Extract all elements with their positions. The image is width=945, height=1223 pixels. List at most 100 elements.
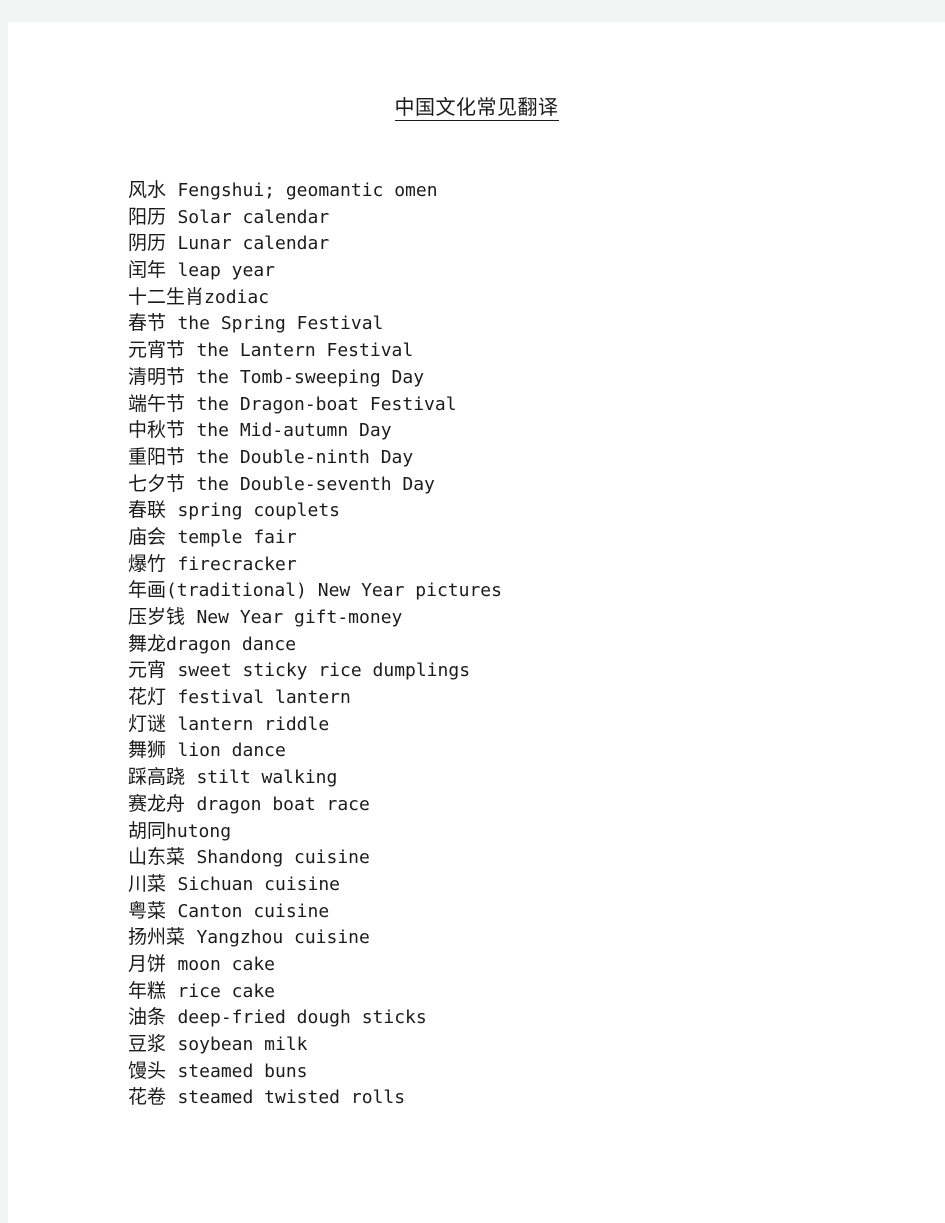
entry-gloss: Fengshui; geomantic omen	[177, 180, 438, 201]
entry-gloss: the Double-ninth Day	[196, 446, 414, 468]
entry-term: 粤菜	[128, 899, 167, 922]
entry-term: 十二生肖	[128, 285, 205, 308]
entry-separator	[166, 900, 177, 922]
entry-separator	[166, 1006, 177, 1028]
page-title: 中国文化常见翻译	[8, 94, 945, 121]
entry-term: 重阳节	[128, 445, 186, 468]
translation-entry: 馒头 steamed buns	[128, 1058, 928, 1085]
entry-term: 舞龙	[128, 632, 167, 655]
entry-term: 闰年	[128, 259, 167, 282]
translation-entry: 粤菜 Canton cuisine	[128, 898, 928, 925]
translation-entry: 山东菜 Shandong cuisine	[128, 844, 928, 871]
entry-separator	[166, 1086, 177, 1108]
entry-term: 阳历	[128, 205, 167, 228]
entry-gloss: the Double-seventh Day	[196, 473, 435, 495]
entry-term: 花卷	[128, 1086, 167, 1109]
entry-term: 川菜	[128, 872, 167, 895]
entry-term: 山东菜	[128, 846, 186, 869]
entry-separator	[166, 179, 177, 201]
entry-term: 庙会	[128, 525, 167, 548]
entry-separator	[185, 473, 196, 495]
entry-separator	[166, 526, 177, 548]
entry-gloss: lantern riddle	[177, 713, 330, 735]
entry-gloss: the Spring Festival	[177, 313, 384, 335]
entry-gloss: spring couplets	[177, 500, 341, 522]
entry-separator	[166, 206, 177, 228]
entry-gloss: Canton cuisine	[177, 900, 330, 922]
entry-term: 年糕	[128, 979, 167, 1002]
entry-gloss: sweet sticky rice dumplings	[177, 660, 471, 682]
entry-term: 月饼	[128, 952, 167, 975]
translation-entry: 春联 spring couplets	[128, 497, 928, 524]
document-page: 中国文化常见翻译 风水 Fengshui; geomantic omen 阳历 S…	[8, 22, 945, 1223]
entry-gloss: lion dance	[177, 740, 286, 762]
entry-gloss: deep-fried dough sticks	[177, 1007, 427, 1029]
entry-term: 油条	[128, 1006, 167, 1029]
entry-gloss: Yangzhou cuisine	[196, 927, 370, 949]
translation-entry: 庙会 temple fair	[128, 524, 928, 551]
entry-term: 灯谜	[128, 712, 167, 735]
translation-entry: 爆竹 firecracker	[128, 551, 928, 578]
entry-separator	[185, 846, 196, 868]
translation-entry-list: 风水 Fengshui; geomantic omen 阳历 Solar cale…	[128, 177, 928, 1111]
translation-entry: 花卷 steamed twisted rolls	[128, 1084, 928, 1111]
entry-term: 风水	[128, 179, 167, 201]
entry-term: 春节	[128, 312, 167, 335]
translation-entry: 元宵节 the Lantern Festival	[128, 337, 928, 364]
entry-gloss: the Tomb-sweeping Day	[196, 366, 425, 388]
translation-entry: 清明节 the Tomb-sweeping Day	[128, 364, 928, 391]
entry-gloss: the Mid-autumn Day	[196, 420, 392, 442]
entry-gloss: zodiac	[204, 286, 270, 308]
entry-separator	[166, 232, 177, 254]
translation-entry: 阳历 Solar calendar	[128, 204, 928, 231]
entry-gloss: Solar calendar	[177, 206, 330, 228]
entry-separator	[166, 312, 177, 334]
entry-separator	[166, 713, 177, 735]
translation-entry: 元宵 sweet sticky rice dumplings	[128, 657, 928, 684]
translation-entry: 舞狮 lion dance	[128, 737, 928, 764]
entry-term: 馒头	[128, 1059, 167, 1082]
translation-entry: 油条 deep-fried dough sticks	[128, 1004, 928, 1031]
translation-entry: 赛龙舟 dragon boat race	[128, 791, 928, 818]
entry-gloss: festival lantern	[177, 687, 351, 709]
entry-separator	[185, 793, 196, 815]
translation-entry: 七夕节 the Double-seventh Day	[128, 471, 928, 498]
entry-term: 清明节	[128, 365, 186, 388]
entry-gloss: moon cake	[177, 953, 276, 975]
entry-gloss: Shandong cuisine	[196, 847, 370, 869]
translation-entry: 胡同hutong	[128, 818, 928, 845]
entry-separator	[185, 766, 196, 788]
translation-entry: 灯谜 lantern riddle	[128, 711, 928, 738]
entry-term: 元宵节	[128, 339, 186, 362]
entry-separator	[166, 499, 177, 521]
translation-entry: 十二生肖zodiac	[128, 284, 928, 311]
entry-gloss: firecracker	[177, 553, 297, 575]
entry-term: 扬州菜	[128, 926, 186, 949]
entry-separator	[185, 446, 196, 468]
entry-term: 端午节	[128, 392, 186, 415]
translation-entry: 春节 the Spring Festival	[128, 310, 928, 337]
entry-term: 踩高跷	[128, 766, 186, 789]
entry-separator	[185, 926, 196, 948]
translation-entry: 中秋节 the Mid-autumn Day	[128, 417, 928, 444]
entry-term: 豆浆	[128, 1033, 167, 1055]
entry-separator	[166, 873, 177, 895]
entry-separator	[166, 553, 177, 575]
entry-separator	[166, 1033, 177, 1055]
entry-term: 赛龙舟	[128, 792, 186, 815]
translation-entry: 年糕 rice cake	[128, 978, 928, 1005]
entry-separator	[166, 686, 177, 708]
entry-gloss: Sichuan cuisine	[177, 873, 341, 895]
translation-entry: 豆浆 soybean milk	[128, 1031, 928, 1058]
entry-gloss: soybean milk	[177, 1034, 308, 1055]
entry-gloss: rice cake	[177, 980, 276, 1002]
entry-term: 元宵	[128, 659, 167, 682]
entry-separator	[185, 366, 196, 388]
translation-entry: 风水 Fengshui; geomantic omen	[128, 177, 928, 204]
entry-gloss: steamed buns	[177, 1060, 308, 1082]
entry-separator	[185, 393, 196, 415]
entry-gloss: dragon boat race	[196, 793, 370, 815]
entry-gloss: New Year gift-money	[196, 607, 403, 628]
entry-gloss: temple fair	[177, 526, 297, 548]
entry-gloss: (traditional) New Year pictures	[166, 580, 502, 602]
